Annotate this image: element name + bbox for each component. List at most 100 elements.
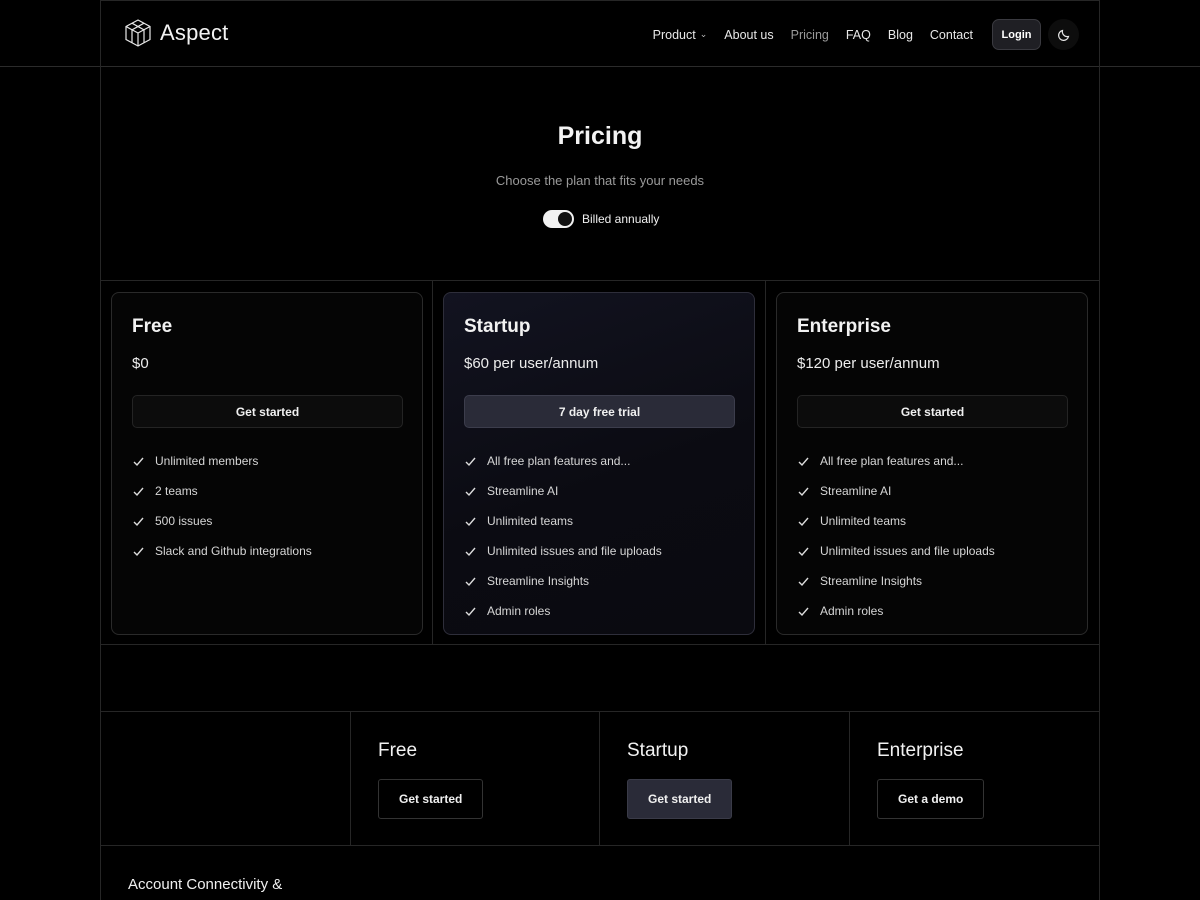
check-icon [465,457,476,466]
moon-icon [1057,29,1069,41]
brand-name: Aspect [160,20,229,45]
plan-card-startup: Startup $60 per user/annum 7 day free tr… [443,292,755,635]
plan-name: Startup [464,316,531,337]
nav-link-about[interactable]: About us [724,28,773,42]
check-icon [798,577,809,586]
feature-label: All free plan features and... [487,454,631,468]
feature-list: All free plan features and... Streamline… [797,446,995,626]
check-icon [465,517,476,526]
plan-price: $60 per user/annum [464,355,599,372]
feature-label: Streamline Insights [820,574,923,588]
feature-label: 2 teams [155,484,198,498]
feature-item: Streamline AI [797,476,995,506]
toggle-knob [558,212,572,226]
billing-toggle[interactable] [543,210,574,228]
plan-card-enterprise: Enterprise $120 per user/annum Get start… [776,292,1088,635]
feature-label: Unlimited teams [487,514,574,528]
feature-label: Unlimited issues and file uploads [820,544,995,558]
check-icon [133,547,144,556]
feature-label: Unlimited members [155,454,259,468]
feature-list: Unlimited members 2 teams 500 issues Sla… [132,446,312,566]
chevron-down-icon: ⌄ [699,29,708,39]
check-icon [798,547,809,556]
feature-item: Admin roles [797,596,995,626]
column-divider [765,281,766,645]
check-icon [798,487,809,496]
feature-item: Unlimited members [132,446,312,476]
compare-enterprise-demo-button[interactable]: Get a demo [877,779,985,819]
check-icon [798,457,809,466]
comparison-header: Free Get started Startup Get started Ent… [100,711,1100,846]
feature-item: Admin roles [464,596,662,626]
feature-label: 500 issues [155,514,213,528]
page-subtitle: Choose the plan that fits your needs [495,173,705,188]
feature-item: Unlimited teams [797,506,995,536]
check-icon [465,577,476,586]
nav-link-label: Product [652,27,696,42]
feature-item: Streamline Insights [464,566,662,596]
nav-link-product[interactable]: Product ⌄ [653,28,708,42]
aspect-logo-icon [125,19,151,47]
plan-cards: Free $0 Get started Unlimited members 2 … [100,281,1100,645]
feature-item: Unlimited issues and file uploads [464,536,662,566]
feature-item: 500 issues [132,506,312,536]
feature-list: All free plan features and... Streamline… [464,446,662,626]
check-icon [133,457,144,466]
compare-col-free: Free Get started [350,712,599,846]
feature-item: Streamline Insights [797,566,995,596]
nav-link-contact[interactable]: Contact [930,28,973,42]
feature-item: Unlimited issues and file uploads [797,536,995,566]
plan-name: Enterprise [797,316,891,337]
feature-label: Admin roles [487,604,551,618]
login-button[interactable]: Login [992,19,1041,50]
billing-label: Billed annually [582,212,660,226]
column-divider [432,281,433,645]
top-nav: Aspect Product ⌄ About us Pricing FAQ Bl… [0,0,1200,67]
nav-links: Product ⌄ About us Pricing FAQ Blog Cont… [653,1,973,68]
check-icon [465,547,476,556]
enterprise-get-started-button[interactable]: Get started [797,395,1068,428]
check-icon [133,517,144,526]
plan-name: Free [132,316,173,337]
feature-label: All free plan features and... [820,454,964,468]
plan-price: $0 [132,355,149,372]
nav-link-pricing[interactable]: Pricing [791,28,829,42]
feature-item: Streamline AI [464,476,662,506]
compare-plan-name: Enterprise [877,740,964,761]
billing-toggle-row: Billed annually [543,210,659,228]
feature-item: All free plan features and... [464,446,662,476]
compare-free-get-started-button[interactable]: Get started [378,779,484,819]
theme-toggle-button[interactable] [1048,19,1079,50]
feature-label: Admin roles [820,604,884,618]
compare-plan-name: Free [378,740,418,761]
compare-col-enterprise: Enterprise Get a demo [849,712,1099,846]
page-title: Pricing [557,122,643,150]
feature-item: Unlimited teams [464,506,662,536]
feature-label: Unlimited teams [820,514,907,528]
plan-card-free: Free $0 Get started Unlimited members 2 … [111,292,423,635]
check-icon [798,517,809,526]
feature-item: Slack and Github integrations [132,536,312,566]
pricing-hero: Pricing Choose the plan that fits your n… [100,67,1100,281]
compare-startup-get-started-button[interactable]: Get started [627,779,733,819]
feature-item: All free plan features and... [797,446,995,476]
nav-link-faq[interactable]: FAQ [846,28,871,42]
free-get-started-button[interactable]: Get started [132,395,403,428]
check-icon [465,607,476,616]
check-icon [133,487,144,496]
feature-label: Streamline AI [820,484,892,498]
nav-link-blog[interactable]: Blog [888,28,913,42]
compare-plan-name: Startup [627,740,689,761]
feature-label: Slack and Github integrations [155,544,312,558]
section-heading: Account Connectivity & [128,876,283,893]
check-icon [798,607,809,616]
startup-free-trial-button[interactable]: 7 day free trial [464,395,735,428]
feature-label: Streamline AI [487,484,559,498]
check-icon [465,487,476,496]
compare-col-startup: Startup Get started [599,712,849,846]
plan-price: $120 per user/annum [797,355,940,372]
feature-label: Streamline Insights [487,574,590,588]
brand-logo[interactable]: Aspect [123,18,228,48]
feature-label: Unlimited issues and file uploads [487,544,662,558]
feature-item: 2 teams [132,476,312,506]
